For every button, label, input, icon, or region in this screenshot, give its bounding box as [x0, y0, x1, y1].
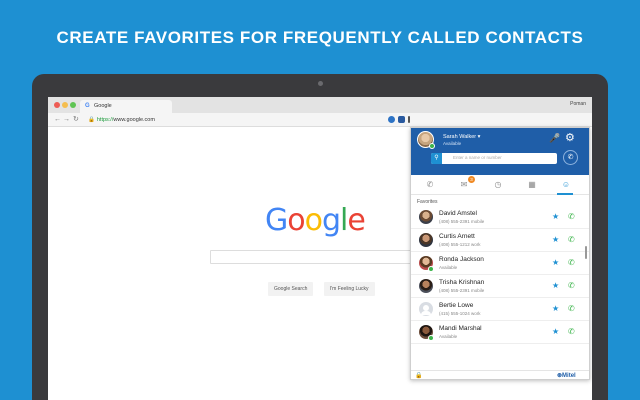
user-status: Available	[443, 141, 462, 146]
available-status-icon	[428, 266, 434, 272]
favorite-contact-row[interactable]: Ronda Jackson Available ★ ✆	[411, 252, 589, 275]
contact-name: Bertie Lowe	[439, 302, 474, 309]
google-search-button[interactable]: Google Search	[268, 282, 314, 296]
phone-history-icon[interactable]: ✆	[423, 179, 437, 191]
contact-avatar	[419, 279, 433, 293]
clock-icon[interactable]: ◷	[491, 179, 505, 191]
favorite-contact-row[interactable]: Bertie Lowe (415) 555-1024 work ★ ✆	[411, 298, 589, 321]
contact-detail: (415) 555-1024 work	[439, 311, 481, 316]
call-phone-icon[interactable]: ✆	[568, 235, 575, 244]
headline: CREATE FAVORITES FOR FREQUENTLY CALLED C…	[56, 28, 584, 47]
dial-button[interactable]: ✆	[563, 150, 578, 165]
browser-tab[interactable]: G Google	[80, 100, 172, 113]
contact-avatar	[419, 233, 433, 247]
search-placeholder: Enter a name or number	[453, 155, 502, 160]
logo-letter: l	[340, 203, 348, 238]
logo-letter: e	[347, 203, 365, 238]
favorites-label: Favorites	[417, 199, 438, 205]
call-phone-icon[interactable]: ✆	[568, 304, 575, 313]
contact-search-input[interactable]: ⚲ Enter a name or number	[431, 153, 557, 164]
google-logo: Google	[265, 203, 366, 238]
browser-toolbar: ← → ↻ 🔒 https://www.google.com	[48, 113, 592, 127]
gear-icon[interactable]: ⚙	[565, 131, 575, 144]
unread-badge: 3	[468, 176, 475, 183]
favorite-star-icon[interactable]: ★	[552, 304, 559, 313]
maximize-window-button[interactable]	[70, 102, 76, 108]
logo-letter: o	[304, 203, 323, 238]
contact-name: Curtis Arnett	[439, 233, 475, 240]
contact-name: Ronda Jackson	[439, 256, 484, 263]
contact-avatar	[419, 210, 433, 224]
default-avatar-icon	[419, 302, 433, 316]
feeling-lucky-button[interactable]: I'm Feeling Lucky	[323, 282, 375, 296]
logo-letter: G	[265, 203, 288, 238]
webcam-dot	[318, 81, 323, 86]
microphone-icon[interactable]: 🎤	[549, 133, 560, 144]
active-tab-indicator	[557, 193, 573, 195]
user-name[interactable]: Sarah Walker ▾	[443, 134, 480, 140]
contacts-icon[interactable]: ☺	[559, 179, 573, 191]
contact-detail: Available	[439, 265, 458, 270]
address-bar[interactable]: 🔒 https://www.google.com	[88, 115, 410, 125]
favorite-star-icon[interactable]: ★	[552, 235, 559, 244]
favorite-star-icon[interactable]: ★	[552, 258, 559, 267]
arrow-right-icon[interactable]: →	[63, 116, 70, 124]
contact-detail: Available	[439, 334, 458, 339]
panel-footer: 🔒 ⊛Mitel	[411, 370, 589, 380]
lock-icon: 🔒	[415, 373, 423, 379]
contact-detail: (408) 555-1212 work	[439, 242, 481, 247]
contact-name: David Amstel	[439, 210, 477, 217]
call-phone-icon[interactable]: ✆	[568, 281, 575, 290]
dialpad-icon[interactable]: ▦	[525, 179, 539, 191]
call-phone-icon[interactable]: ✆	[568, 212, 575, 221]
contact-detail: (408) 555-2391 mobile	[439, 288, 485, 293]
panel-header: Sarah Walker ▾ Available 🎤 ⚙ ⚲ Enter a n…	[411, 128, 589, 175]
extension-icon-1[interactable]	[388, 116, 395, 123]
arrow-left-icon[interactable]: ←	[54, 116, 61, 124]
favorite-contact-row[interactable]: Trisha Krishnan (408) 555-2391 mobile ★ …	[411, 275, 589, 298]
logo-letter: g	[321, 203, 341, 238]
reload-icon[interactable]: ↻	[73, 116, 79, 124]
google-favicon-icon: G	[85, 103, 90, 109]
mitel-extension-icon[interactable]	[398, 116, 405, 123]
logo-letter: o	[287, 203, 305, 238]
chat-icon[interactable]: ✉ 3	[457, 176, 475, 191]
tab-title: Google	[94, 103, 112, 109]
contact-name: Mandi Marshal	[439, 325, 482, 332]
favorite-contact-row[interactable]: Mandi Marshal Available ★ ✆	[411, 321, 589, 344]
tab-bar: G Google Poman	[48, 97, 592, 113]
call-phone-icon[interactable]: ✆	[568, 327, 575, 336]
scrollbar[interactable]	[585, 246, 587, 259]
minimize-window-button[interactable]	[62, 102, 68, 108]
address-scheme: https://	[96, 117, 114, 123]
favorite-star-icon[interactable]: ★	[552, 327, 559, 336]
address-host: www.google.com	[113, 117, 155, 123]
favorite-star-icon[interactable]: ★	[552, 212, 559, 221]
contact-detail: (408) 555-2391 mobile	[439, 219, 485, 224]
mitel-logo: ⊛Mitel	[557, 373, 576, 379]
available-status-icon	[429, 143, 435, 149]
search-icon[interactable]: ⚲	[431, 153, 442, 164]
softphone-panel: Sarah Walker ▾ Available 🎤 ⚙ ⚲ Enter a n…	[410, 127, 590, 380]
browser-profile-name[interactable]: Poman	[570, 101, 586, 107]
panel-tabs: ✆ ✉ 3 ◷ ▦ ☺	[411, 175, 589, 195]
available-status-icon	[428, 335, 434, 341]
favorite-star-icon[interactable]: ★	[552, 281, 559, 290]
google-buttons: Google Search I'm Feeling Lucky	[268, 277, 381, 296]
call-phone-icon[interactable]: ✆	[568, 258, 575, 267]
lock-icon: 🔒	[88, 117, 95, 123]
favorite-contact-row[interactable]: David Amstel (408) 555-2391 mobile ★ ✆	[411, 206, 589, 229]
contact-name: Trisha Krishnan	[439, 279, 485, 286]
favorite-contact-row[interactable]: Curtis Arnett (408) 555-1212 work ★ ✆	[411, 229, 589, 252]
browser-window: G Google Poman ← → ↻ 🔒 https://www.google…	[48, 97, 592, 400]
menu-icon[interactable]	[408, 116, 410, 123]
close-window-button[interactable]	[54, 102, 60, 108]
